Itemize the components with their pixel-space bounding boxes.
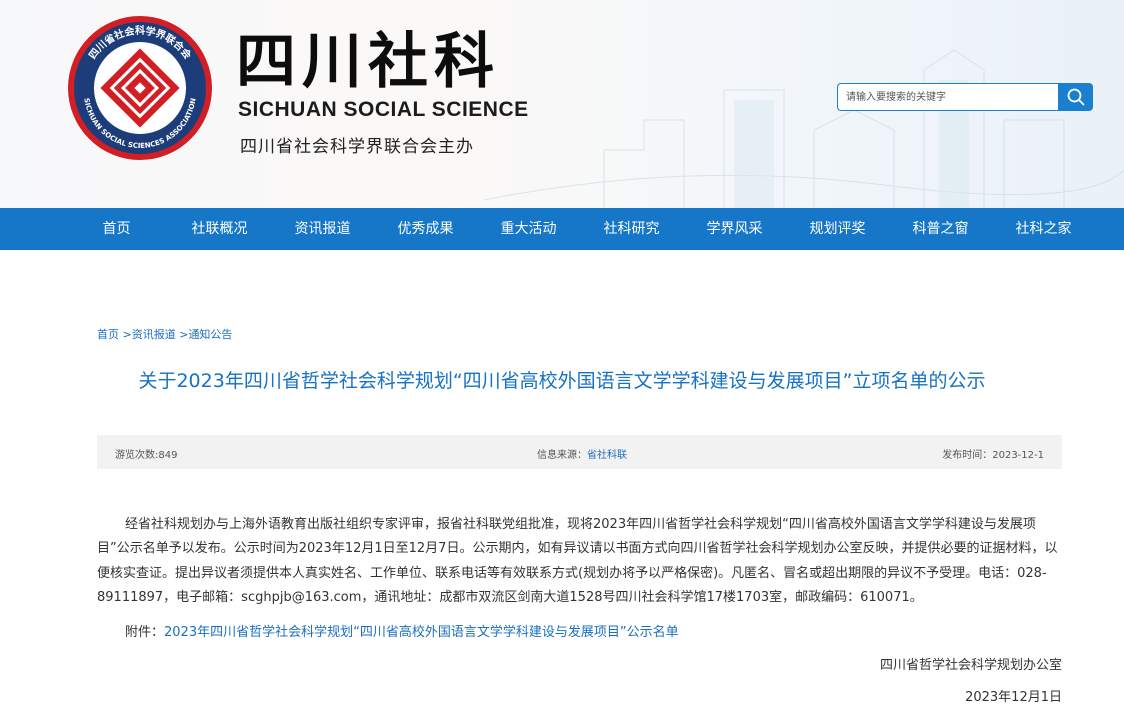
- nav-item-achievements[interactable]: 优秀成果: [374, 208, 477, 250]
- nav-item-home-of-social-science[interactable]: 社科之家: [992, 208, 1095, 250]
- publish-date: 发布时间：2023-12-1: [942, 450, 1044, 461]
- breadcrumb-notices[interactable]: 通知公告: [188, 328, 232, 341]
- nav-item-home[interactable]: 首页: [65, 208, 168, 250]
- view-count: 游览次数:849: [115, 450, 178, 461]
- info-source: 信息来源：省社科联: [537, 446, 627, 461]
- main-nav: 首页 社联概况 资讯报道 优秀成果 重大活动 社科研究 学界风采 规划评奖 科普…: [0, 208, 1124, 250]
- article-meta-bar: 游览次数:849 信息来源：省社科联 发布时间：2023-12-1: [97, 435, 1062, 469]
- breadcrumb-separator: >: [175, 328, 189, 341]
- search-bar: [837, 83, 1093, 111]
- breadcrumb-home[interactable]: 首页: [97, 328, 119, 341]
- nav-item-research[interactable]: 社科研究: [580, 208, 683, 250]
- attachment-link[interactable]: 2023年四川省哲学社会科学规划“四川省高校外国语言文学学科建设与发展项目”公示…: [164, 625, 679, 640]
- search-button[interactable]: [1058, 83, 1093, 111]
- info-source-value[interactable]: 省社科联: [587, 450, 627, 461]
- info-source-label: 信息来源：: [537, 450, 587, 461]
- search-input[interactable]: [837, 83, 1059, 111]
- nav-item-scholars[interactable]: 学界风采: [683, 208, 786, 250]
- breadcrumb: 首页 >资讯报道 >通知公告: [97, 326, 232, 342]
- association-logo[interactable]: 四川省社会科学界联合会 SICHUAN SOCIAL SCIENCES ASSO…: [66, 14, 214, 162]
- attachment-label: 附件：: [125, 625, 165, 640]
- site-header: 四川省社会科学界联合会 SICHUAN SOCIAL SCIENCES ASSO…: [0, 0, 1124, 208]
- nav-item-popular-science[interactable]: 科普之窗: [889, 208, 992, 250]
- nav-item-about[interactable]: 社联概况: [168, 208, 271, 250]
- article-body: 经省社科规划办与上海外语教育出版社组织专家评审，报省社科联党组批准，现将2023…: [97, 513, 1062, 611]
- nav-item-events[interactable]: 重大活动: [477, 208, 580, 250]
- signature: 四川省哲学社会科学规划办公室: [879, 658, 1062, 673]
- attachment-line: 附件：2023年四川省哲学社会科学规划“四川省高校外国语言文学学科建设与发展项目…: [125, 621, 679, 640]
- brand-title-cn: 四川社科: [236, 27, 500, 97]
- breadcrumb-news[interactable]: 资讯报道: [132, 328, 176, 341]
- nav-item-planning[interactable]: 规划评奖: [786, 208, 889, 250]
- brand-title-en: SICHUAN SOCIAL SCIENCE: [238, 98, 529, 121]
- nav-item-news[interactable]: 资讯报道: [271, 208, 374, 250]
- signature-date: 2023年12月1日: [965, 690, 1062, 705]
- breadcrumb-separator: >: [119, 328, 132, 341]
- article-title: 关于2023年四川省哲学社会科学规划“四川省高校外国语言文学学科建设与发展项目”…: [138, 370, 986, 392]
- search-icon: [1067, 88, 1084, 106]
- article-paragraph: 经省社科规划办与上海外语教育出版社组织专家评审，报省社科联党组批准，现将2023…: [97, 517, 1058, 606]
- brand-subtitle: 四川省社会科学界联合会主办: [240, 137, 474, 157]
